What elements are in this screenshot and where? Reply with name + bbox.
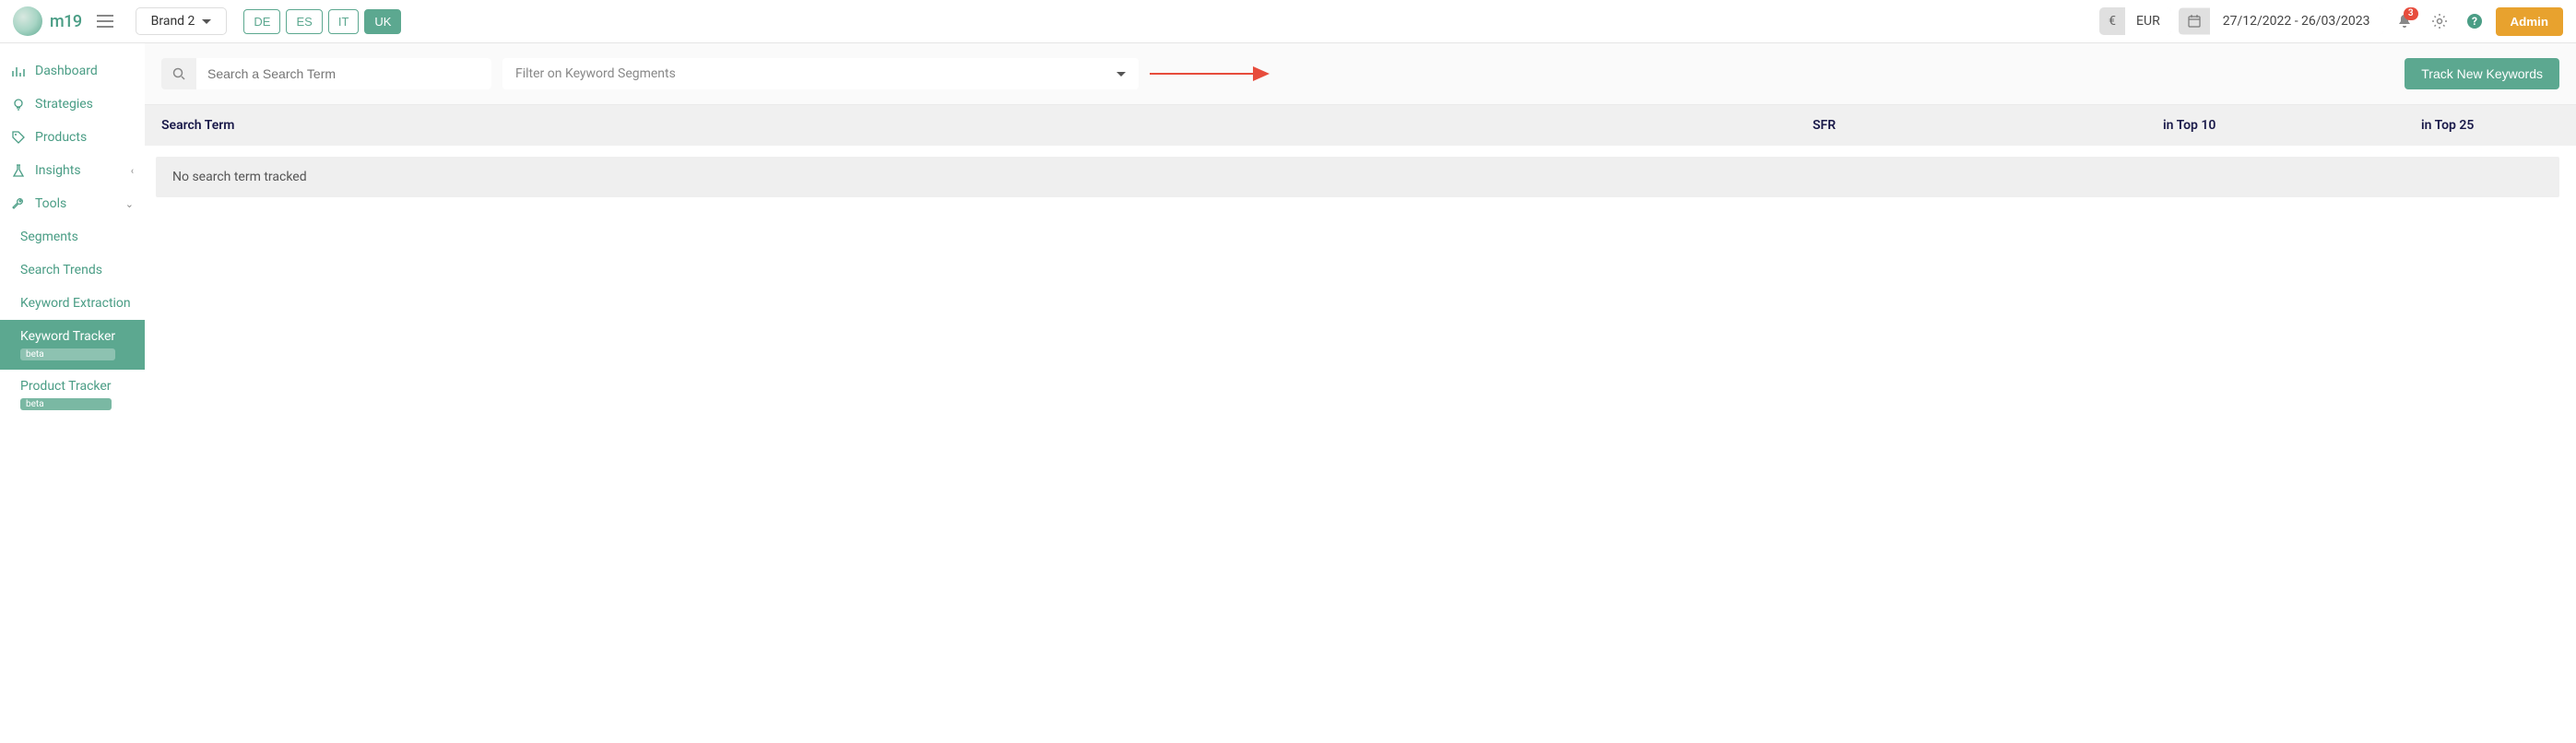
table-header: Search Term SFR in Top 10 in Top 25 (145, 104, 2576, 146)
gear-icon (2431, 13, 2448, 29)
locale-button-it[interactable]: IT (328, 9, 360, 34)
sidebar-item-product-tracker[interactable]: Product Tracker beta (0, 370, 145, 419)
sidebar-item-segments[interactable]: Segments (0, 220, 145, 254)
settings-button[interactable] (2426, 7, 2453, 35)
currency-code: EUR (2125, 7, 2171, 35)
beta-badge: beta (20, 398, 112, 410)
main-content: Filter on Keyword Segments Track New Key… (145, 43, 2576, 430)
sidebar: Dashboard Strategies Products Insights ‹… (0, 43, 145, 430)
tag-icon (11, 131, 26, 144)
empty-state-message: No search term tracked (156, 157, 2559, 197)
search-wrap (161, 58, 491, 89)
sidebar-item-search-trends[interactable]: Search Trends (0, 254, 145, 287)
sidebar-label: Keyword Extraction (20, 296, 131, 311)
sidebar-label: Keyword Tracker (20, 329, 115, 344)
currency-symbol: € (2099, 7, 2125, 35)
brand-selector-label: Brand 2 (151, 14, 195, 29)
logo-text: m19 (50, 12, 82, 31)
column-header-sfr[interactable]: SFR (1813, 118, 2163, 133)
sidebar-item-insights[interactable]: Insights ‹ (0, 154, 145, 187)
column-header-search-term[interactable]: Search Term (161, 118, 1813, 133)
logo-icon (13, 6, 42, 36)
locale-button-group: DE ES IT UK (243, 9, 401, 34)
sidebar-label: Products (35, 130, 87, 145)
sidebar-item-products[interactable]: Products (0, 121, 145, 154)
sidebar-item-tools[interactable]: Tools ⌄ (0, 187, 145, 220)
body-layout: Dashboard Strategies Products Insights ‹… (0, 43, 2576, 430)
sidebar-label: Search Trends (20, 263, 102, 277)
search-input[interactable] (196, 58, 491, 89)
arrow-annotation (1150, 65, 1270, 83)
sidebar-item-keyword-extraction[interactable]: Keyword Extraction (0, 287, 145, 320)
admin-button[interactable]: Admin (2496, 7, 2563, 36)
menu-toggle-button[interactable] (91, 9, 119, 33)
sidebar-label: Dashboard (35, 64, 98, 78)
date-range-picker[interactable]: 27/12/2022 - 26/03/2023 (2179, 7, 2383, 35)
sidebar-label: Insights (35, 163, 81, 178)
help-icon: ? (2466, 13, 2483, 29)
chevron-down-icon: ⌄ (125, 198, 134, 210)
locale-button-de[interactable]: DE (243, 9, 280, 34)
brand-selector[interactable]: Brand 2 (136, 7, 228, 35)
header-right: € EUR 27/12/2022 - 26/03/2023 3 ? Admin (2099, 7, 2563, 36)
currency-selector[interactable]: € EUR (2099, 7, 2171, 35)
top-header: m19 Brand 2 DE ES IT UK € EUR 27/12/2022… (0, 0, 2576, 43)
sidebar-label: Product Tracker (20, 379, 112, 394)
hamburger-icon (97, 15, 113, 28)
locale-button-es[interactable]: ES (286, 9, 322, 34)
help-button[interactable]: ? (2461, 7, 2488, 35)
svg-text:?: ? (2472, 15, 2477, 28)
calendar-icon (2179, 8, 2210, 34)
chevron-left-icon: ‹ (131, 165, 134, 177)
column-header-top10[interactable]: in Top 10 (2163, 118, 2421, 133)
sidebar-label: Tools (35, 196, 66, 211)
sidebar-item-keyword-tracker[interactable]: Keyword Tracker beta (0, 320, 145, 370)
sidebar-item-dashboard[interactable]: Dashboard (0, 54, 145, 88)
sidebar-label: Strategies (35, 97, 93, 112)
beta-badge: beta (20, 348, 115, 360)
notifications-button[interactable]: 3 (2391, 7, 2418, 35)
toolbar: Filter on Keyword Segments Track New Key… (145, 43, 2576, 104)
filter-segments-select[interactable]: Filter on Keyword Segments (502, 58, 1139, 89)
track-new-keywords-button[interactable]: Track New Keywords (2405, 58, 2559, 89)
search-icon (161, 60, 196, 88)
sidebar-label: Segments (20, 230, 78, 244)
wrench-icon (11, 197, 26, 210)
bar-chart-icon (11, 65, 26, 77)
flask-icon (11, 164, 26, 177)
caret-down-icon (202, 19, 211, 24)
locale-button-uk[interactable]: UK (364, 9, 401, 34)
caret-down-icon (1117, 72, 1126, 77)
column-header-top25[interactable]: in Top 25 (2421, 118, 2559, 133)
sidebar-item-strategies[interactable]: Strategies (0, 88, 145, 121)
bulb-icon (11, 98, 26, 111)
logo[interactable]: m19 (13, 6, 82, 36)
date-range-text: 27/12/2022 - 26/03/2023 (2210, 7, 2383, 35)
notification-badge: 3 (2404, 7, 2418, 20)
filter-placeholder: Filter on Keyword Segments (515, 66, 676, 81)
